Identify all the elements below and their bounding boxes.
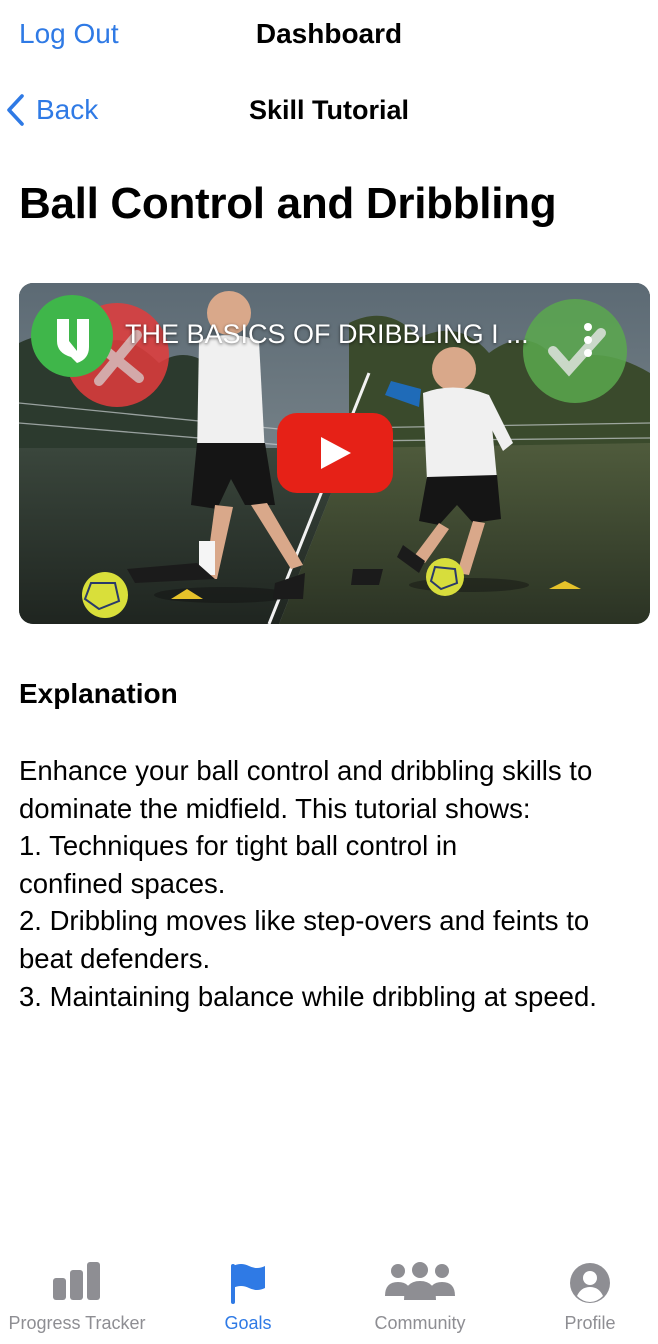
top-bar: Log Out Dashboard bbox=[0, 0, 658, 70]
tab-profile[interactable]: Profile bbox=[520, 1250, 658, 1344]
tab-goals[interactable]: Goals bbox=[172, 1250, 324, 1344]
explanation-line: 1. Techniques for tight ball control in bbox=[19, 830, 458, 862]
bottom-tab-bar: Progress Tracker Goals Community Profile bbox=[0, 1250, 658, 1344]
people-icon bbox=[385, 1262, 455, 1300]
more-options-icon[interactable] bbox=[577, 321, 599, 361]
dashboard-title: Dashboard bbox=[255, 18, 403, 49]
video-player[interactable]: THE BASICS OF DRIBBLING I ... bbox=[19, 283, 650, 624]
person-circle-icon bbox=[570, 1263, 610, 1303]
nav-title: Skill Tutorial bbox=[248, 95, 410, 125]
flag-icon bbox=[231, 1264, 265, 1304]
play-button[interactable] bbox=[277, 413, 393, 493]
video-title: THE BASICS OF DRIBBLING I ... bbox=[125, 319, 529, 349]
explanation-text: Enhance your ball control and dribbling … bbox=[19, 752, 649, 1015]
tab-community[interactable]: Community bbox=[342, 1250, 498, 1344]
bar-chart-icon bbox=[53, 1262, 100, 1300]
play-icon bbox=[321, 437, 351, 469]
explanation-line: 2. Dribbling moves like step-overs and f… bbox=[19, 905, 590, 937]
explanation-line: 3. Maintaining balance while dribbling a… bbox=[19, 980, 597, 1012]
tab-label: Goals bbox=[224, 1313, 272, 1333]
channel-logo[interactable] bbox=[31, 295, 113, 377]
explanation-line: confined spaces. bbox=[19, 867, 226, 899]
explanation-line: Enhance your ball control and dribbling … bbox=[19, 755, 593, 786]
explanation-line: dominate the midfield. This tutorial sho… bbox=[19, 792, 531, 824]
navigation-bar: Back Skill Tutorial bbox=[0, 86, 658, 134]
page-title: Ball Control and Dribbling bbox=[19, 179, 557, 228]
tab-progress-tracker[interactable]: Progress Tracker bbox=[0, 1250, 154, 1344]
explanation-line: beat defenders. bbox=[19, 942, 211, 974]
explanation-heading: Explanation bbox=[19, 678, 178, 709]
tab-label: Community bbox=[374, 1313, 466, 1333]
tab-label: Profile bbox=[564, 1313, 616, 1333]
tab-label: Progress Tracker bbox=[8, 1313, 146, 1333]
